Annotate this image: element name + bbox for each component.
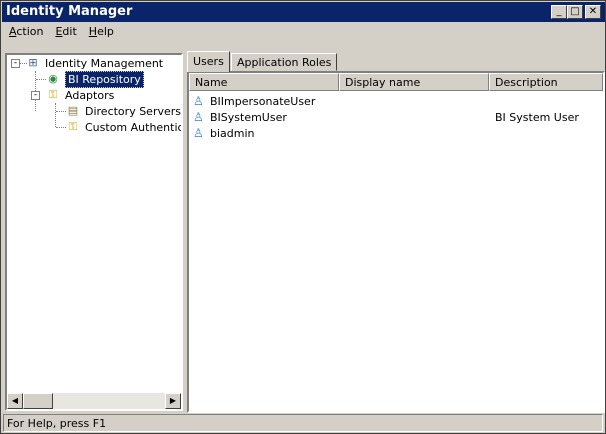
menu-action[interactable]: Action: [9, 25, 43, 41]
list-item[interactable]: ♙ BIImpersonateUser: [193, 93, 593, 109]
title-bar: Identity Manager: [2, 2, 605, 22]
key-wrench-icon: ⚿: [68, 120, 78, 133]
tree-item-custom-authenticator[interactable]: ⚿Custom Authenticat: [65, 119, 181, 135]
horizontal-scrollbar[interactable]: ◀ ▶: [7, 393, 181, 409]
list-item[interactable]: ♙ BISystemUser BI System User: [193, 109, 593, 125]
column-header-name[interactable]: Name: [189, 73, 339, 91]
menu-edit[interactable]: Edit: [55, 25, 76, 41]
column-header-description[interactable]: Description: [489, 73, 603, 91]
maximize-button[interactable]: □: [567, 5, 583, 19]
scroll-thumb[interactable]: [23, 393, 53, 409]
users-list: Name Display name Description ♙ BIImperso…: [187, 71, 605, 413]
tree-item-directory-servers[interactable]: ▤ Directory Servers: [65, 103, 181, 119]
user-icon: ♙: [193, 126, 204, 140]
minimize-button[interactable]: _: [551, 5, 567, 19]
user-icon: ♙: [193, 94, 204, 108]
scroll-right-button[interactable]: ▶: [165, 393, 181, 409]
menu-bar: Action Edit Help: [5, 24, 118, 42]
collapse-toggle[interactable]: -: [11, 59, 20, 68]
list-item[interactable]: ♙ biadmin: [193, 125, 593, 141]
network-icon: ⊞: [28, 56, 38, 69]
collapse-toggle[interactable]: -: [31, 91, 40, 100]
close-button[interactable]: ✕: [585, 5, 601, 19]
tree-item-bi-repository[interactable]: ◉ BI Repository: [45, 70, 144, 88]
key-icon: ⚿: [48, 88, 58, 101]
column-header-display-name[interactable]: Display name: [339, 73, 489, 91]
user-icon: ♙: [193, 110, 204, 124]
tab-application-roles[interactable]: Application Roles: [231, 53, 338, 71]
window-title: Identity Manager: [6, 4, 133, 19]
tab-users[interactable]: Users: [187, 51, 230, 72]
tree-item-adaptors[interactable]: ⚿ Adaptors: [45, 87, 115, 103]
directory-icon: ▤: [67, 104, 79, 117]
scroll-left-button[interactable]: ◀: [7, 393, 23, 409]
tree-item-identity-management[interactable]: ⊞ Identity Management: [25, 55, 163, 71]
menu-help[interactable]: Help: [89, 25, 114, 41]
repository-icon: ◉: [48, 72, 58, 85]
tree-view: - - ⊞ Identity Management ◉ BI Repository …: [7, 55, 181, 393]
tree-pane: - - ⊞ Identity Management ◉ BI Repository …: [5, 53, 183, 411]
status-bar: For Help, press F1: [3, 414, 603, 432]
